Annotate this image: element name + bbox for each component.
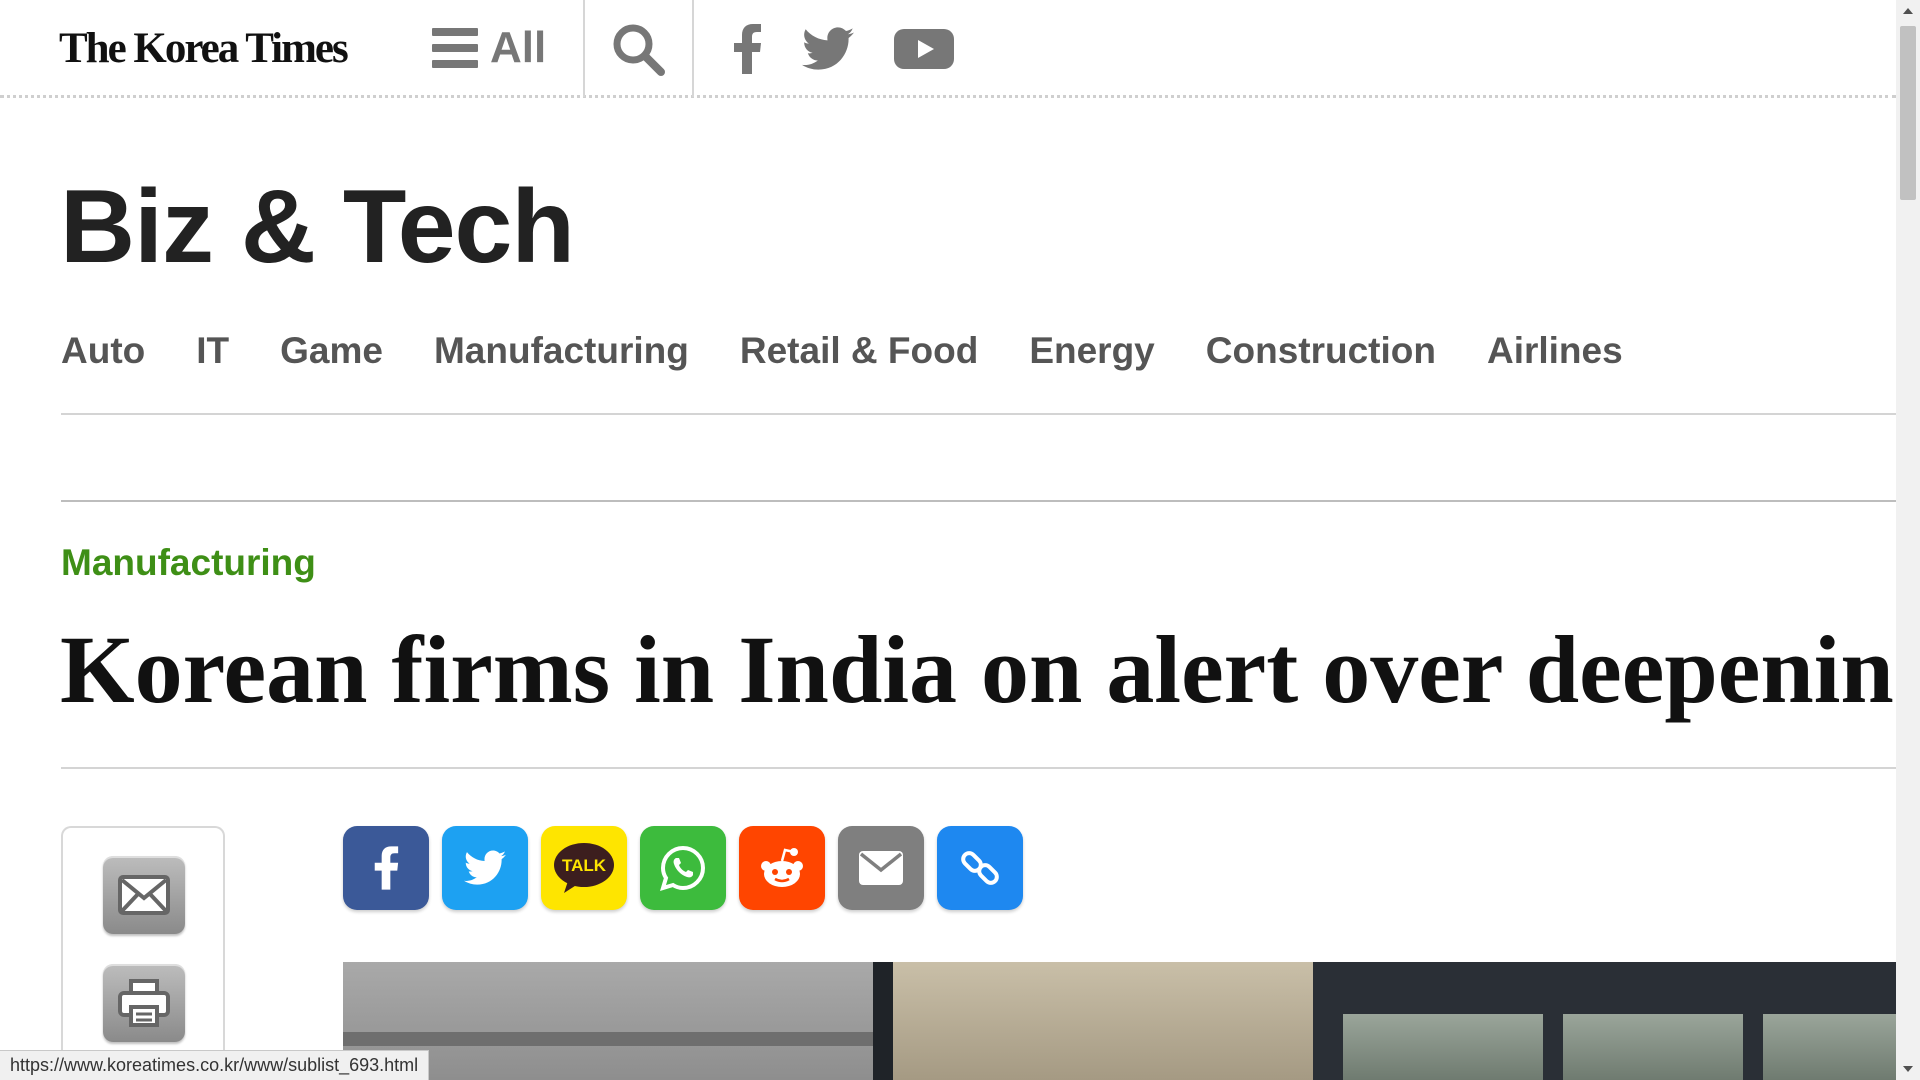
page-scrollbar[interactable] [1896,0,1920,1080]
article-headline: Korean firms in India on alert over deep… [60,616,1896,723]
section-title: Biz & Tech [60,169,575,285]
print-article-button[interactable] [103,964,185,1042]
status-bar-url: https://www.koreatimes.co.kr/www/sublist… [0,1050,430,1080]
article-top-divider [61,500,1896,502]
subnav-item-it[interactable]: IT [196,330,229,372]
facebook-link[interactable] [726,22,768,76]
subnav-item-manufacturing[interactable]: Manufacturing [434,330,689,372]
subnav-item-energy[interactable]: Energy [1029,330,1154,372]
youtube-link[interactable] [892,22,956,76]
email-article-button[interactable] [103,856,185,934]
all-menu-button[interactable]: All [432,18,546,78]
copy-link-button[interactable] [937,826,1023,910]
email-icon [118,875,170,915]
scroll-down-arrow-icon[interactable] [1896,1058,1920,1080]
subnav-item-airlines[interactable]: Airlines [1487,330,1623,372]
whatsapp-icon [660,845,706,891]
all-menu-label: All [490,23,547,72]
email-icon [859,851,903,885]
search-button[interactable] [605,18,671,80]
share-kakaotalk-button[interactable]: TALK [541,826,627,910]
link-icon [961,851,999,885]
print-icon [118,979,170,1027]
share-email-button[interactable] [838,826,924,910]
scrollbar-thumb[interactable] [1900,26,1916,200]
twitter-icon [464,850,506,885]
twitter-icon [802,27,854,70]
reddit-icon [761,848,803,887]
kakaotalk-icon: TALK [554,843,614,893]
top-bar: The Korea Times All [0,0,1896,98]
search-icon [613,24,665,76]
share-whatsapp-button[interactable] [640,826,726,910]
divider [583,0,585,97]
site-logo[interactable]: The Korea Times [59,24,349,73]
subnav-item-auto[interactable]: Auto [61,330,145,372]
youtube-icon [894,29,954,69]
headline-divider [61,767,1896,769]
scroll-up-arrow-icon[interactable] [1896,0,1920,22]
subnav-divider [61,413,1896,415]
subnav-item-retail-food[interactable]: Retail & Food [740,330,978,372]
article-main-photo [343,962,1896,1080]
subnav-item-construction[interactable]: Construction [1206,330,1436,372]
share-reddit-button[interactable] [739,826,825,910]
article-category-link[interactable]: Manufacturing [61,542,316,584]
subnav-item-game[interactable]: Game [280,330,383,372]
article-tools-panel [61,826,225,1080]
share-twitter-button[interactable] [442,826,528,910]
kakaotalk-label: TALK [562,856,607,875]
section-subnav: Auto IT Game Manufacturing Retail & Food… [61,330,1623,372]
share-facebook-button[interactable] [343,826,429,910]
share-buttons: TALK [343,826,1023,910]
twitter-link[interactable] [800,22,856,76]
facebook-icon [734,24,761,74]
facebook-icon [374,846,399,890]
divider [692,0,694,97]
hamburger-icon [432,28,478,68]
